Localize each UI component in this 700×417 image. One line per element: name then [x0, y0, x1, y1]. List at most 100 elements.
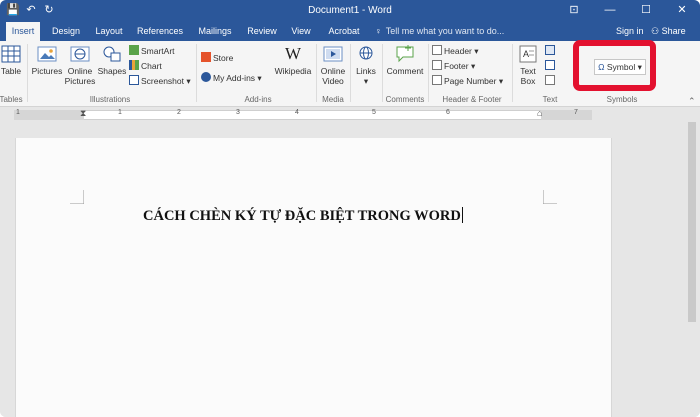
addins-icon [201, 72, 211, 82]
chevron-down-icon: ▾ [184, 76, 191, 86]
ruler-number: 1 [16, 109, 20, 116]
ruler-number: 7 [574, 109, 578, 116]
chevron-down-icon: ▾ [471, 46, 479, 56]
smartart-label: SmartArt [141, 46, 175, 56]
minimize-button[interactable]: — [592, 0, 628, 22]
group-label-illustrations: Illustrations [89, 95, 131, 104]
group-divider [196, 44, 197, 102]
table-label: Table [0, 66, 22, 76]
close-button[interactable]: ✕ [664, 0, 700, 22]
online-pictures-button[interactable]: Online Pictures [64, 44, 96, 86]
tell-me-search[interactable]: ♀ Tell me what you want to do... [375, 22, 504, 41]
online-video-icon [323, 46, 343, 62]
right-indent-marker-icon[interactable]: ⌂ [537, 108, 542, 118]
tab-acrobat[interactable]: Acrobat [323, 22, 365, 41]
header-label: Header [444, 46, 472, 56]
chart-label: Chart [141, 61, 162, 71]
ruler-right-margin [541, 110, 592, 120]
document-heading-text: CÁCH CHÈN KÝ TỰ ĐẶC BIỆT TRONG WORD [143, 208, 461, 224]
tab-mailings[interactable]: Mailings [192, 22, 238, 41]
word-window: 💾 ↶ ↻ Document1 - Word ⊡ — ☐ ✕ Insert De… [0, 0, 700, 417]
horizontal-ruler[interactable]: 1 ⧗ 1 2 3 4 5 6 7 ⌂ [0, 108, 700, 122]
chevron-down-icon: ▾ [468, 61, 476, 71]
ruler-number: 1 [118, 109, 122, 116]
tab-insert[interactable]: Insert [6, 22, 40, 41]
document-heading[interactable]: CÁCH CHÈN KÝ TỰ ĐẶC BIỆT TRONG WORD [143, 207, 463, 225]
chevron-down-icon: ▾ [637, 62, 642, 72]
text-box-icon: A [519, 45, 537, 63]
tab-review[interactable]: Review [243, 22, 281, 41]
text-box-button[interactable]: A Text Box [514, 44, 542, 86]
shapes-button[interactable]: Shapes [97, 44, 127, 76]
quick-parts-button[interactable] [545, 44, 557, 58]
page-number-icon [432, 75, 442, 85]
ruler-track [14, 110, 592, 120]
my-addins-label: My Add-ins [213, 73, 256, 83]
footer-button[interactable]: Footer ▾ [432, 59, 475, 73]
person-icon: ⚇ [651, 26, 660, 36]
tab-references[interactable]: References [133, 22, 187, 41]
group-label-header-footer: Header & Footer [442, 95, 502, 104]
ruler-number: 5 [372, 109, 376, 116]
ruler-number: 3 [236, 109, 240, 116]
text-box-label-1: Text [520, 66, 536, 76]
maximize-button[interactable]: ☐ [628, 0, 664, 22]
wordart-button[interactable] [545, 59, 557, 73]
footer-icon [432, 60, 442, 70]
smartart-button[interactable]: SmartArt [129, 44, 175, 58]
screenshot-button[interactable]: Screenshot ▾ [129, 74, 191, 88]
quick-parts-icon [545, 45, 555, 55]
collapse-ribbon-icon[interactable]: ⌃ [688, 96, 696, 107]
chevron-down-icon: ▾ [363, 76, 369, 86]
smartart-icon [129, 45, 139, 55]
pictures-button[interactable]: Pictures [31, 44, 63, 76]
omega-icon: Ω [598, 62, 605, 72]
scrollbar-thumb[interactable] [688, 122, 696, 322]
online-video-button[interactable]: Online Video [318, 44, 348, 86]
ruler-left-margin [14, 110, 84, 120]
group-divider [316, 44, 317, 102]
drop-cap-button[interactable] [545, 74, 557, 88]
table-icon [1, 45, 21, 63]
wikipedia-button[interactable]: W Wikipedia [272, 44, 314, 76]
ruler-number: 2 [177, 109, 181, 116]
share-label: Share [661, 26, 686, 36]
indent-marker-icon[interactable]: ⧗ [80, 108, 86, 119]
footer-label: Footer [444, 61, 469, 71]
online-pictures-label-1: Online [67, 66, 93, 76]
store-label: Store [213, 53, 234, 63]
title-bar: 💾 ↶ ↻ Document1 - Word ⊡ — ☐ ✕ [0, 0, 700, 22]
crop-mark-top-right [543, 190, 557, 204]
header-button[interactable]: Header ▾ [432, 44, 479, 58]
pictures-icon [37, 46, 57, 62]
symbol-button[interactable]: Ω Symbol ▾ [594, 59, 646, 75]
text-cursor [461, 207, 463, 223]
pictures-label: Pictures [31, 66, 63, 76]
crop-mark-top-left [70, 190, 84, 204]
chart-icon [129, 60, 139, 70]
text-box-label-2: Box [520, 76, 536, 86]
online-pictures-label-2: Pictures [64, 76, 96, 86]
tab-view[interactable]: View [286, 22, 316, 41]
tell-me-placeholder: Tell me what you want to do... [385, 26, 505, 36]
sign-in-link[interactable]: Sign in [616, 22, 644, 41]
drop-cap-icon [545, 75, 555, 85]
document-page[interactable] [15, 138, 612, 417]
group-divider [382, 44, 383, 102]
online-video-label-2: Video [322, 76, 344, 86]
store-button[interactable]: Store [201, 51, 233, 65]
vertical-scrollbar[interactable] [684, 122, 700, 417]
ribbon-display-options-button[interactable]: ⊡ [556, 0, 592, 22]
group-label-add-ins: Add-ins [244, 95, 272, 104]
comment-button[interactable]: Comment [384, 44, 426, 76]
chart-button[interactable]: Chart [129, 59, 162, 73]
group-divider [350, 44, 351, 102]
table-button[interactable]: Table [0, 44, 24, 76]
links-button[interactable]: Links ▾ [352, 44, 380, 86]
tab-layout[interactable]: Layout [90, 22, 128, 41]
tab-design[interactable]: Design [46, 22, 86, 41]
page-number-button[interactable]: Page Number ▾ [432, 74, 503, 88]
shapes-label: Shapes [97, 66, 127, 76]
share-button[interactable]: ⚇ Share [651, 22, 686, 41]
my-addins-button[interactable]: My Add-ins ▾ [201, 71, 262, 85]
